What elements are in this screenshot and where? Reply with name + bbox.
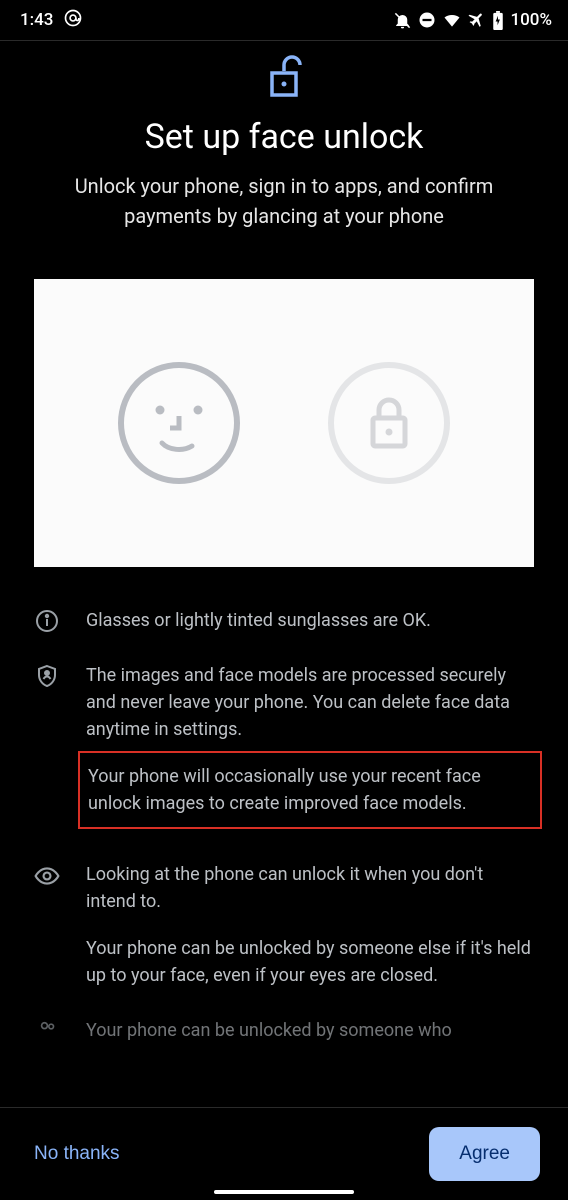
info-text: Looking at the phone can unlock it when … <box>86 861 534 915</box>
agree-button[interactable]: Agree <box>429 1127 540 1181</box>
main-content: Set up face unlock Unlock your phone, si… <box>0 41 568 1044</box>
info-text: Your phone can be unlocked by someone el… <box>86 935 534 989</box>
info-row-glasses: Glasses or lightly tinted sunglasses are… <box>34 607 534 634</box>
airplane-mode-icon <box>468 11 486 29</box>
footer-bar: No thanks Agree <box>0 1108 568 1200</box>
illustration-panel <box>34 279 534 567</box>
lock-circle-icon <box>324 358 454 488</box>
unlock-icon <box>24 55 544 99</box>
do-not-disturb-icon <box>418 11 436 29</box>
info-text: Your phone can be unlocked by someone wh… <box>86 1017 534 1044</box>
battery-icon <box>492 11 504 30</box>
page-subtitle: Unlock your phone, sign in to apps, and … <box>24 171 544 231</box>
info-row-privacy: The images and face models are processed… <box>34 662 534 833</box>
status-time: 1:43 <box>20 10 53 30</box>
notifications-off-icon <box>393 11 412 30</box>
info-icon <box>34 607 60 634</box>
status-bar: 1:43 100% <box>0 0 568 40</box>
at-sign-icon <box>63 8 83 33</box>
no-thanks-button[interactable]: No thanks <box>34 1143 120 1165</box>
people-icon <box>34 1017 60 1044</box>
info-text: Your phone will occasionally use your re… <box>88 763 532 817</box>
info-row-cutoff: Your phone can be unlocked by someone wh… <box>34 1017 534 1044</box>
face-icon <box>114 358 244 488</box>
navigation-handle[interactable] <box>214 1190 354 1194</box>
highlighted-notice: Your phone will occasionally use your re… <box>78 751 542 829</box>
wifi-icon <box>442 10 462 30</box>
info-row-looking: Looking at the phone can unlock it when … <box>34 861 534 989</box>
page-title: Set up face unlock <box>24 117 544 157</box>
battery-percentage: 100% <box>510 10 552 30</box>
eye-icon <box>34 861 60 989</box>
info-text: Glasses or lightly tinted sunglasses are… <box>86 607 534 634</box>
info-text: The images and face models are processed… <box>86 662 534 743</box>
shield-icon <box>34 662 60 833</box>
